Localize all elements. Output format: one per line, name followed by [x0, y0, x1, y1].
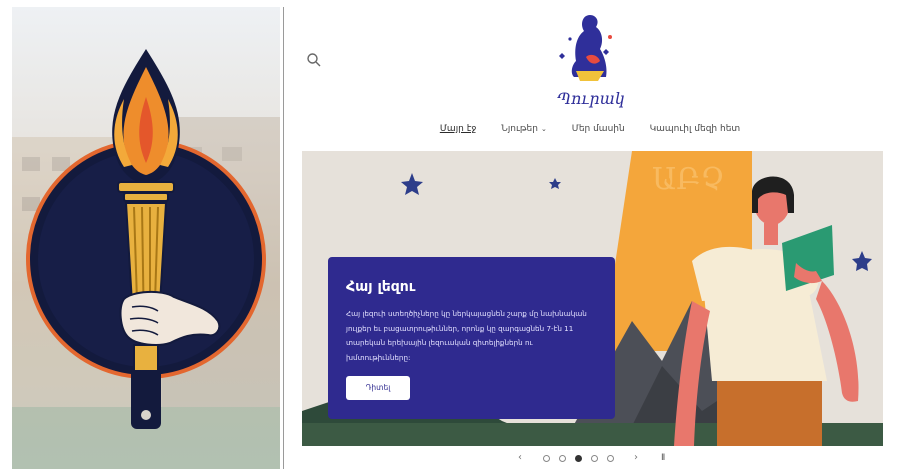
torch-emblem-panel	[12, 7, 280, 469]
carousel-dot-1[interactable]	[543, 455, 550, 462]
main-nav: Մայր էջ Նյութեր ⌄ Մեր մասին Կապուիլ մեզի …	[284, 124, 896, 134]
hero-bg-letters: ԱԲՉ	[652, 162, 725, 197]
carousel-dot-3[interactable]	[575, 455, 582, 462]
hero-title: Հայ լեզու	[346, 279, 416, 295]
brand-logo[interactable]: Պուրակ	[546, 9, 636, 114]
search-icon[interactable]	[306, 52, 322, 68]
carousel-dot-4[interactable]	[591, 455, 598, 462]
view-button[interactable]: Դիտել	[346, 376, 410, 400]
nav-item-materials-label: Նյութեր	[501, 124, 538, 134]
nav-item-home[interactable]: Մայր էջ	[440, 124, 477, 134]
torch-logo-icon	[26, 49, 266, 429]
carousel-next-button[interactable]: ›	[634, 451, 638, 465]
nav-item-about[interactable]: Մեր մասին	[572, 124, 625, 134]
carousel-prev-button[interactable]: ‹	[518, 451, 522, 465]
hero-slide: ԱԲՉ Հայ լեզու Հայ լեզուի ստեղծիչները կը …	[302, 151, 883, 446]
carousel-controls: ‹ › II	[284, 451, 896, 465]
website-screenshot: Պուրակ Մայր էջ Նյութեր ⌄ Մեր մասին Կապուի…	[284, 7, 896, 469]
hero-card: Հայ լեզու Հայ լեզուի ստեղծիչները կը ներկ…	[328, 257, 615, 419]
carousel-pause-button[interactable]: II	[661, 451, 665, 465]
chevron-down-icon: ⌄	[540, 125, 547, 133]
nav-item-contact[interactable]: Կապուիլ մեզի հետ	[650, 124, 741, 134]
carousel-dot-2[interactable]	[559, 455, 566, 462]
nav-item-materials[interactable]: Նյութեր ⌄	[501, 124, 547, 134]
carousel-dot-5[interactable]	[607, 455, 614, 462]
brand-logo-text: Պուրակ	[557, 89, 625, 108]
hero-description: Հայ լեզուի ստեղծիչները կը ներկայացնեն շա…	[346, 309, 587, 362]
